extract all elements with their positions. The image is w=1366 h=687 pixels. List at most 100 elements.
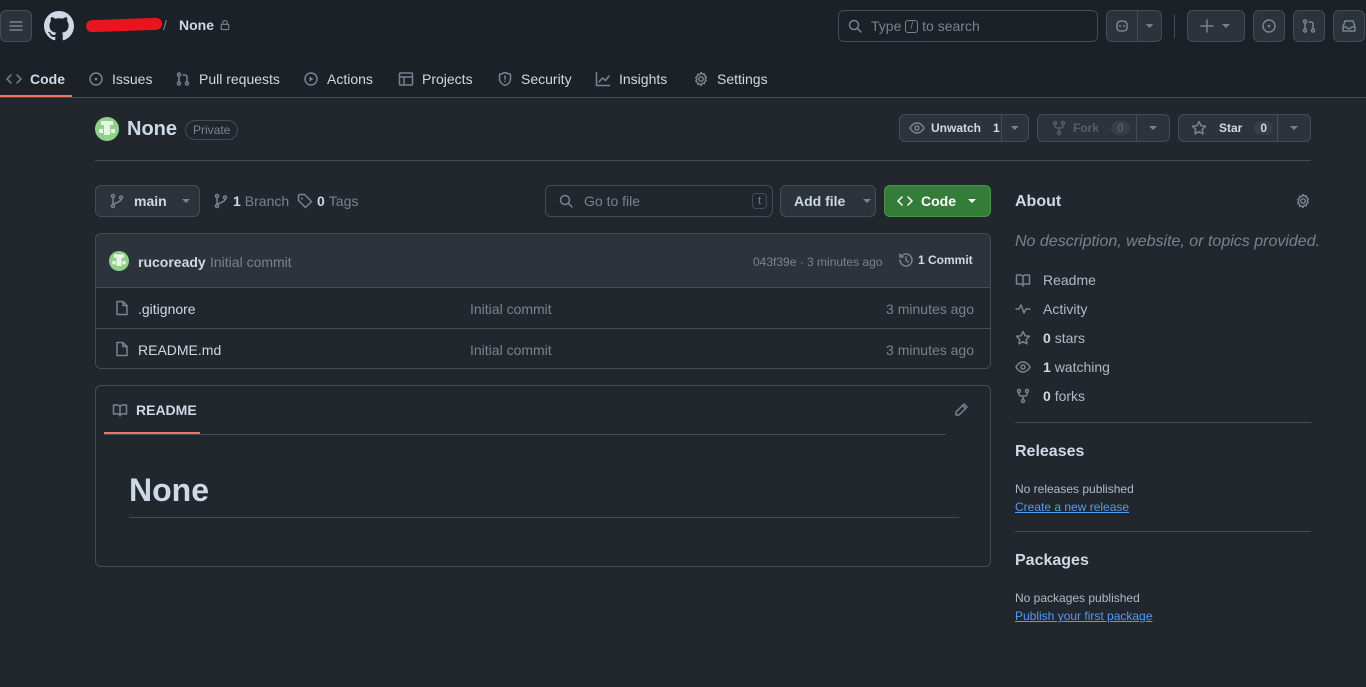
readme-header-divider	[104, 434, 946, 435]
branch-selector[interactable]: main	[95, 185, 200, 217]
file-commit-message[interactable]: Initial commit	[470, 301, 552, 317]
issue-icon	[1262, 19, 1276, 33]
unwatch-label: Unwatch	[931, 121, 982, 135]
issues-button[interactable]	[1253, 10, 1285, 42]
create-new-button[interactable]	[1187, 10, 1245, 42]
tab-actions-label: Actions	[327, 71, 373, 87]
forks-count: 0	[1043, 388, 1051, 404]
tab-insights[interactable]: Insights	[595, 60, 667, 98]
table-row[interactable]: .gitignore Initial commit 3 minutes ago	[96, 288, 990, 329]
search-icon	[559, 194, 573, 208]
tab-code[interactable]: Code	[6, 60, 65, 98]
avatar-pattern-icon	[99, 121, 115, 135]
repo-title[interactable]: None	[127, 118, 177, 141]
pencil-icon[interactable]	[953, 402, 969, 418]
readme-link-label: Readme	[1043, 272, 1096, 288]
code-icon	[897, 196, 913, 206]
table-row[interactable]: README.md Initial commit 3 minutes ago	[96, 329, 990, 368]
about-title: About	[1015, 193, 1062, 210]
watching-link[interactable]: 1 watching	[1015, 359, 1110, 375]
tab-security-label: Security	[521, 71, 572, 87]
file-updated-time: 3 minutes ago	[886, 342, 974, 358]
tab-settings[interactable]: Settings	[693, 60, 768, 98]
tab-settings-label: Settings	[717, 71, 768, 87]
tab-pull-requests-label: Pull requests	[199, 71, 280, 87]
branches-link[interactable]: 1 Branch	[213, 193, 289, 209]
watch-count: 1	[993, 121, 1000, 135]
menu-button[interactable]	[0, 10, 32, 42]
stars-label: stars	[1054, 330, 1086, 346]
commit-meta[interactable]: 043f39e · 3 minutes ago	[753, 255, 882, 269]
github-icon	[44, 11, 74, 41]
search-placeholder-suffix: to search	[922, 18, 980, 34]
go-to-file-key: t	[751, 193, 767, 209]
readme-link[interactable]: Readme	[1015, 272, 1096, 288]
file-name[interactable]: README.md	[138, 342, 221, 358]
copilot-button[interactable]	[1106, 10, 1162, 42]
gear-icon	[695, 71, 707, 87]
readme-tab[interactable]: README	[112, 402, 197, 418]
tab-issues-label: Issues	[112, 71, 153, 87]
forks-label: forks	[1054, 388, 1086, 404]
add-file-button[interactable]: Add file	[780, 185, 876, 217]
packages-title[interactable]: Packages	[1015, 552, 1089, 570]
branch-count: 1	[233, 193, 241, 209]
star-button[interactable]: Star 0	[1178, 114, 1311, 142]
publish-package-link[interactable]: Publish your first package	[1015, 609, 1152, 623]
about-description: No description, website, or topics provi…	[1015, 233, 1321, 250]
file-name[interactable]: .gitignore	[138, 301, 196, 317]
fork-button[interactable]: Fork 0	[1037, 114, 1170, 142]
graph-icon	[595, 71, 611, 87]
fork-count: 0	[1111, 121, 1130, 135]
activity-link[interactable]: Activity	[1015, 301, 1087, 317]
create-release-link[interactable]: Create a new release	[1015, 500, 1129, 514]
active-tab-indicator	[0, 95, 72, 97]
copilot-icon	[1116, 20, 1128, 32]
history-icon	[899, 253, 913, 267]
issue-icon	[89, 72, 103, 86]
tab-projects-label: Projects	[422, 71, 473, 87]
title-divider	[95, 160, 1311, 161]
branch-label: Branch	[244, 193, 290, 209]
readme-tab-label: README	[136, 402, 197, 418]
fork-icon	[1016, 388, 1030, 404]
search-input[interactable]: Type / to search	[838, 10, 1098, 42]
code-button[interactable]: Code	[884, 185, 991, 217]
commit-count: 1 Commit	[918, 253, 973, 267]
unwatch-button[interactable]: Unwatch 1	[899, 114, 1029, 142]
repo-avatar[interactable]	[95, 117, 119, 141]
author-avatar[interactable]	[109, 251, 129, 271]
tab-actions[interactable]: Actions	[303, 60, 373, 98]
file-icon	[116, 341, 128, 357]
file-commit-message[interactable]: Initial commit	[470, 342, 552, 358]
tab-code-label: Code	[30, 71, 65, 87]
releases-title[interactable]: Releases	[1015, 443, 1084, 461]
eye-icon	[909, 122, 925, 134]
tab-pull-requests[interactable]: Pull requests	[175, 60, 280, 98]
gear-icon[interactable]	[1295, 193, 1311, 209]
path-separator: /	[163, 17, 167, 33]
go-to-file-placeholder: Go to file	[584, 193, 641, 209]
eye-icon	[1015, 361, 1031, 373]
tags-link[interactable]: 0 Tags	[297, 193, 358, 209]
commit-message[interactable]: Initial commit	[210, 254, 292, 270]
stars-link[interactable]: 0 stars	[1015, 330, 1085, 346]
commit-author[interactable]: rucoready	[138, 254, 206, 270]
pull-requests-button[interactable]	[1293, 10, 1325, 42]
chevron-down-icon	[1145, 24, 1154, 28]
inbox-button[interactable]	[1333, 10, 1365, 42]
header-divider	[1174, 14, 1175, 38]
tab-security[interactable]: Security	[497, 60, 572, 98]
branch-icon	[214, 193, 228, 209]
star-icon	[1191, 120, 1207, 135]
github-logo[interactable]	[44, 11, 74, 41]
commits-link[interactable]: 1 Commit	[898, 252, 973, 268]
hamburger-icon	[9, 21, 23, 31]
forks-link[interactable]: 0 forks	[1015, 388, 1085, 404]
owner-redacted[interactable]	[85, 17, 163, 33]
go-to-file-input[interactable]: Go to file t	[545, 185, 773, 217]
tab-issues[interactable]: Issues	[88, 60, 152, 98]
tab-projects[interactable]: Projects	[398, 60, 473, 98]
repo-breadcrumb[interactable]: None	[179, 17, 231, 33]
table-icon	[398, 72, 414, 86]
